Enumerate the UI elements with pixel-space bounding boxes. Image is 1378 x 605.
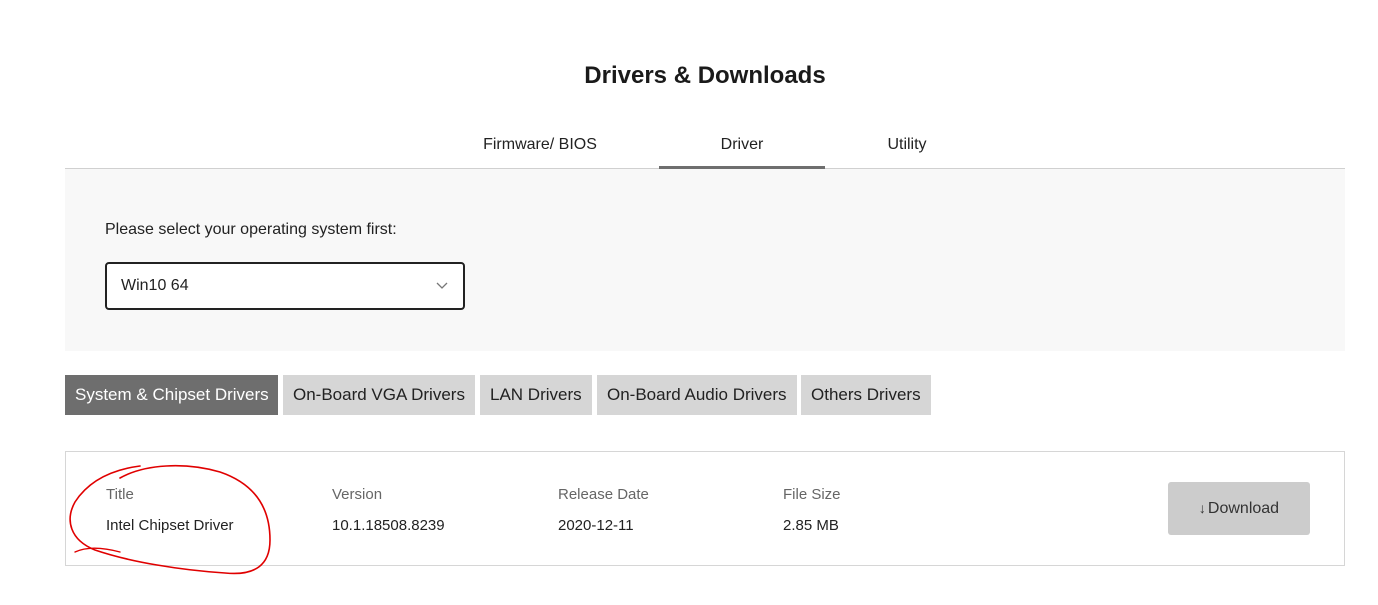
category-onboard-vga-drivers[interactable]: On-Board VGA Drivers [283, 375, 475, 415]
driver-title: Intel Chipset Driver [106, 517, 234, 534]
version-header: Version [332, 486, 383, 503]
download-type-tabs: Firmware/ BIOS Driver Utility [65, 128, 1345, 169]
tab-driver[interactable]: Driver [659, 128, 825, 169]
driver-file-size: 2.85 MB [783, 517, 839, 534]
driver-release-date: 2020-12-11 [558, 517, 634, 534]
file-size-column: File Size 2.85 MB [783, 486, 841, 534]
tab-utility[interactable]: Utility [824, 128, 990, 168]
download-label: Download [1207, 500, 1280, 517]
category-lan-drivers[interactable]: LAN Drivers [480, 375, 592, 415]
os-select-dropdown[interactable]: Win10 64 [105, 262, 465, 310]
page-title: Drivers & Downloads [584, 62, 826, 89]
title-column: Title Intel Chipset Driver [106, 486, 234, 534]
drivers-downloads-page: Drivers & Downloads Firmware/ BIOS Drive… [0, 0, 1378, 605]
version-column: Version 10.1.18508.8239 [332, 486, 445, 534]
os-select-value: Win10 64 [121, 277, 189, 294]
os-selection-panel: Please select your operating system firs… [65, 169, 1345, 351]
tab-firmware-bios[interactable]: Firmware/ BIOS [457, 128, 623, 168]
file-size-header: File Size [783, 486, 841, 503]
title-header: Title [106, 486, 134, 503]
download-button[interactable]: ↓ Download [1168, 482, 1310, 535]
driver-result-row: Title Intel Chipset Driver Version 10.1.… [65, 451, 1345, 566]
category-system-chipset-drivers[interactable]: System & Chipset Drivers [65, 375, 278, 415]
download-arrow-icon: ↓ [1198, 500, 1206, 516]
release-date-header: Release Date [558, 486, 649, 503]
category-onboard-audio-drivers[interactable]: On-Board Audio Drivers [597, 375, 797, 415]
os-select-label: Please select your operating system firs… [105, 221, 397, 238]
chevron-down-icon [436, 282, 448, 289]
release-date-column: Release Date 2020-12-11 [558, 486, 649, 534]
driver-version: 10.1.18508.8239 [332, 517, 445, 534]
category-others-drivers[interactable]: Others Drivers [801, 375, 931, 415]
